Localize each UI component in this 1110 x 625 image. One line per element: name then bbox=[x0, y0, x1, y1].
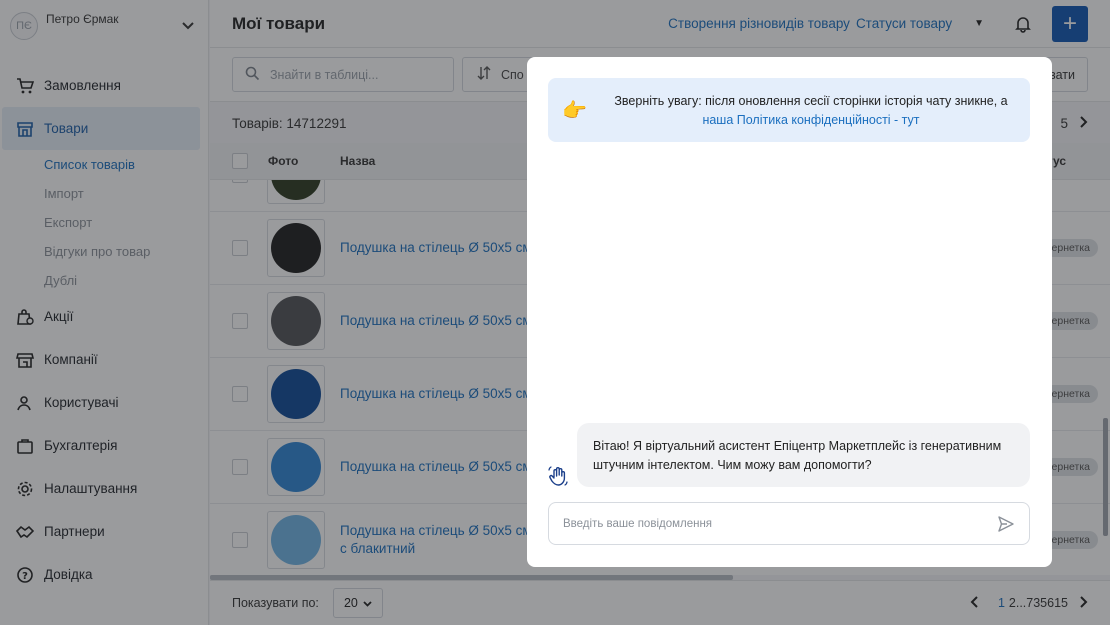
privacy-policy-link[interactable]: наша Політика конфіденційності - тут bbox=[606, 113, 1016, 127]
chat-message-input[interactable] bbox=[563, 517, 997, 530]
privacy-notice: 👉 Зверніть увагу: після оновлення сесії … bbox=[548, 78, 1030, 142]
bot-message: Вітаю! Я віртуальний асистент Епіцентр М… bbox=[577, 423, 1030, 487]
chat-assistant-modal: 👉 Зверніть увагу: після оновлення сесії … bbox=[527, 57, 1052, 567]
waving-hand-icon bbox=[548, 465, 570, 487]
notice-text: Зверніть увагу: після оновлення сесії ст… bbox=[614, 94, 1008, 108]
send-icon[interactable] bbox=[997, 515, 1015, 533]
pointing-hand-icon: 👉 bbox=[562, 100, 587, 122]
chat-input-box bbox=[548, 502, 1030, 545]
